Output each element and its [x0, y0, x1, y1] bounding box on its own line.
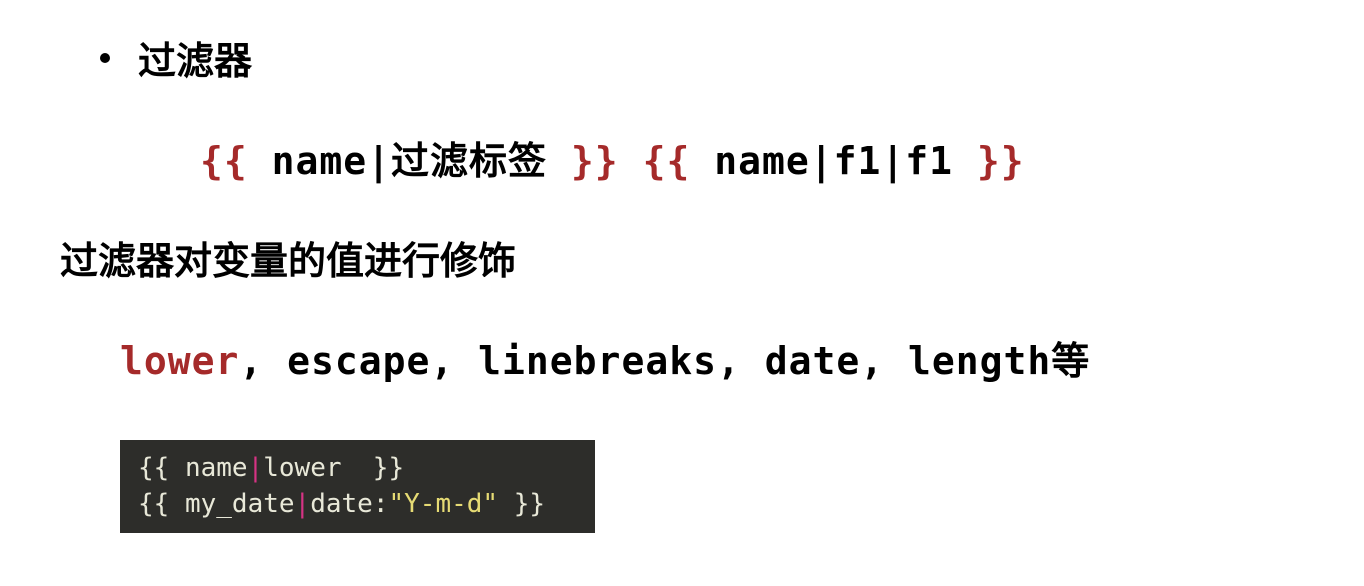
- bullet-dot-icon: [100, 53, 110, 63]
- code-text: lower }}: [263, 453, 404, 483]
- template-syntax-examples: {{ name|过滤标签 }} {{ name|f1|f1 }}: [200, 130, 1304, 185]
- pipe-operator: |: [248, 453, 264, 483]
- pipe-operator: |: [295, 489, 311, 519]
- code-line-2: {{ my_date|date:"Y-m-d" }}: [138, 486, 577, 522]
- filter-list: lower, escape, linebreaks, date, length等: [120, 330, 1304, 385]
- brace-open-2: {{: [643, 139, 691, 183]
- syntax-gap: [619, 139, 643, 183]
- code-text: date:: [310, 489, 388, 519]
- code-text: {{ my_date: [138, 489, 295, 519]
- code-text: }}: [498, 489, 545, 519]
- brace-close-2: }}: [977, 139, 1025, 183]
- brace-open: {{: [200, 139, 248, 183]
- filter-lower: lower: [120, 339, 239, 383]
- code-text: {{ name: [138, 453, 248, 483]
- code-block: {{ name|lower }} {{ my_date|date:"Y-m-d"…: [120, 440, 595, 533]
- code-string: "Y-m-d": [388, 489, 498, 519]
- code-line-1: {{ name|lower }}: [138, 450, 577, 486]
- filter-rest: , escape, linebreaks, date, length等: [239, 339, 1090, 383]
- brace-close: }}: [571, 139, 619, 183]
- bullet-heading: 过滤器: [60, 30, 1304, 85]
- description-text: 过滤器对变量的值进行修饰: [60, 230, 1304, 285]
- heading-text: 过滤器: [138, 30, 252, 85]
- syntax-expr-2: name|f1|f1: [690, 139, 977, 183]
- syntax-expr-1: name|过滤标签: [248, 139, 571, 183]
